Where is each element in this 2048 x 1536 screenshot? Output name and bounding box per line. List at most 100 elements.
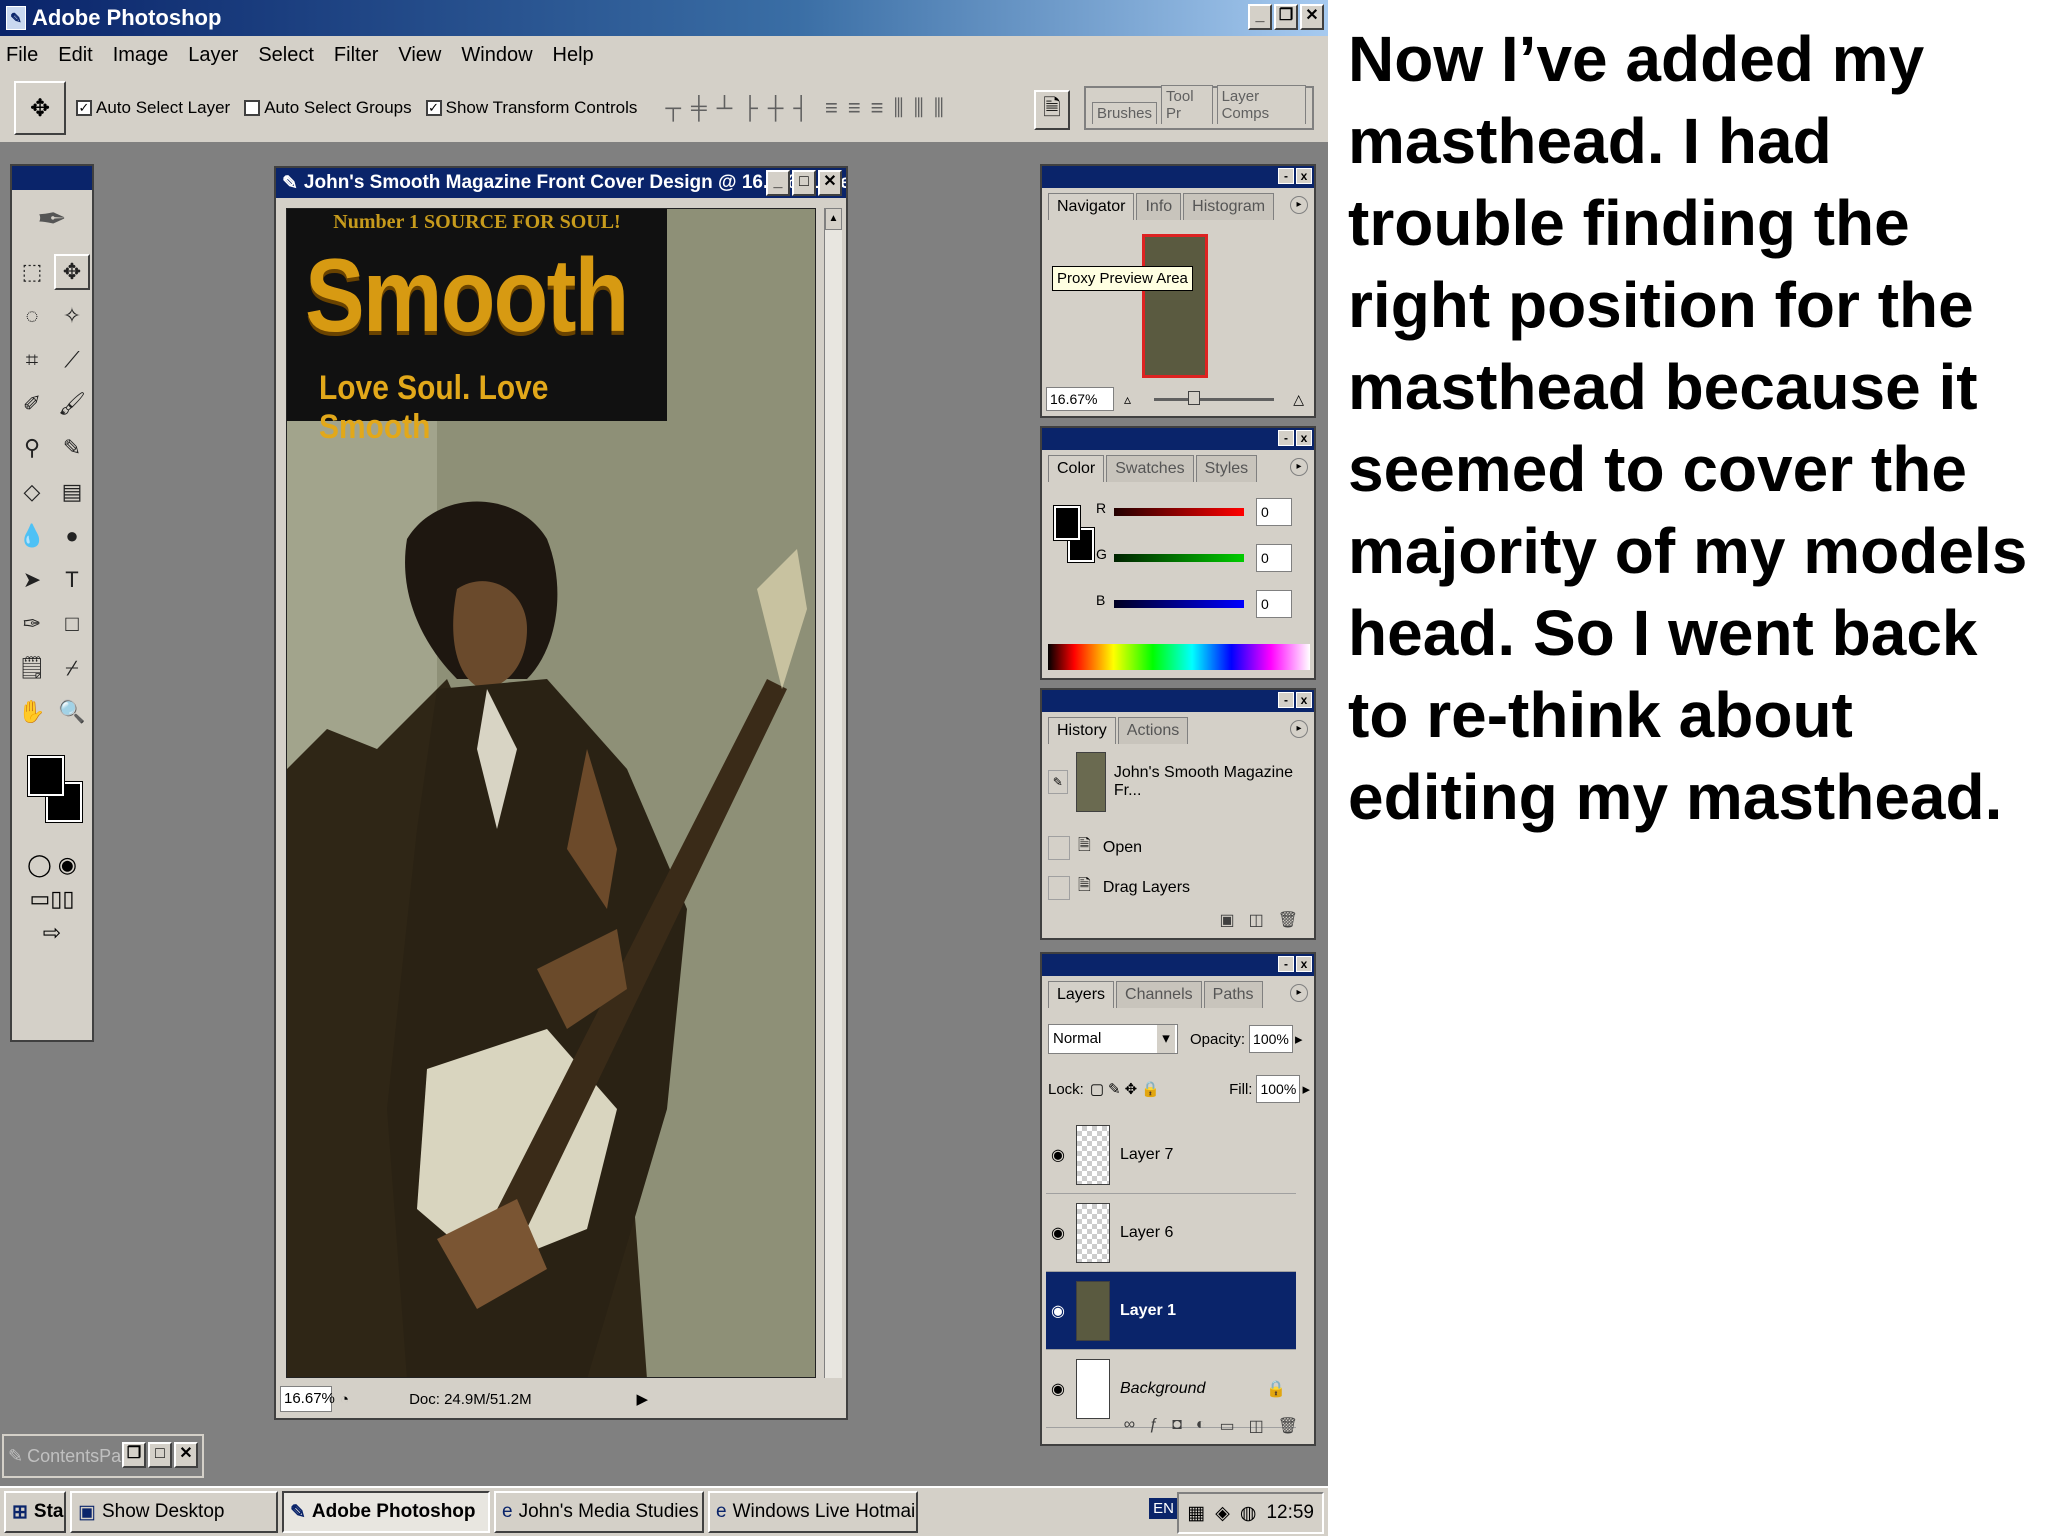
palette-close-button[interactable]: x	[1296, 956, 1312, 972]
scroll-up-arrow-icon[interactable]: ▲	[825, 208, 842, 230]
history-step[interactable]: 🗎 Drag Layers	[1048, 874, 1300, 901]
tab-channels[interactable]: Channels	[1116, 981, 1202, 1008]
opacity-field[interactable]: 100%	[1249, 1025, 1294, 1053]
antivirus-icon[interactable]: ◈	[1215, 1502, 1230, 1525]
minimize-button[interactable]: _	[1248, 4, 1272, 30]
fill-field[interactable]: 100%	[1256, 1075, 1301, 1103]
visibility-eye-icon[interactable]: ◉	[1046, 1223, 1070, 1243]
clone-stamp-tool-icon[interactable]: ⚲	[14, 430, 50, 466]
layer-row[interactable]: ◉ Layer 6	[1046, 1194, 1296, 1272]
doc-maximize-button[interactable]: □	[792, 170, 816, 196]
taskbar-item-hotmail[interactable]: e Windows Live Hotmail - ...	[708, 1491, 918, 1533]
menu-layer[interactable]: Layer	[188, 44, 238, 67]
lock-transparency-icon[interactable]: ▢	[1090, 1080, 1104, 1098]
navigator-zoom-field[interactable]: 16.67%	[1046, 387, 1114, 411]
new-group-icon[interactable]: ▭	[1219, 1416, 1234, 1440]
zoom-tool-icon[interactable]: 🔍	[54, 694, 90, 730]
history-brush-source-icon[interactable]: ✎	[1048, 770, 1068, 794]
lock-all-icon[interactable]: 🔒	[1141, 1080, 1160, 1098]
menu-help[interactable]: Help	[553, 44, 594, 67]
lasso-tool-icon[interactable]: ◌	[14, 298, 50, 334]
zoom-slider-knob[interactable]	[1188, 391, 1200, 405]
hand-tool-icon[interactable]: ✋	[14, 694, 50, 730]
new-layer-icon[interactable]: ◫	[1249, 1416, 1264, 1440]
document-vertical-scrollbar[interactable]: ▲	[824, 208, 842, 1378]
blue-slider[interactable]	[1114, 600, 1244, 608]
palette-header[interactable]: -x	[1042, 954, 1314, 976]
slice-tool-icon[interactable]: ⟋	[54, 342, 90, 378]
align-bottom-icon[interactable]: ┴	[717, 95, 735, 121]
status-arrow-icon[interactable]: ▶	[636, 1390, 648, 1408]
menu-select[interactable]: Select	[258, 44, 314, 67]
align-buttons[interactable]: ┬ ╪ ┴ ├ ┼ ┤	[665, 95, 811, 121]
palette-header[interactable]: -x	[1042, 690, 1314, 712]
status-menu-icon[interactable]: ◔	[340, 1391, 349, 1408]
align-top-icon[interactable]: ┬	[665, 95, 683, 121]
minimized-contents-window[interactable]: ✎ ContentsPa... ❐ □ ✕	[2, 1434, 204, 1478]
magic-wand-tool-icon[interactable]: ✧	[54, 298, 90, 334]
brush-tool-icon[interactable]: 🖌	[54, 386, 90, 422]
document-zoom-field[interactable]: 16.67%	[280, 1386, 335, 1412]
color-spectrum-ramp[interactable]	[1048, 644, 1310, 670]
auto-select-layer-checkbox[interactable]: ✓ Auto Select Layer	[76, 98, 230, 118]
visibility-eye-icon[interactable]: ◉	[1046, 1301, 1070, 1321]
taskbar-item-media-studies[interactable]: e John's Media Studies - M...	[494, 1491, 704, 1533]
navigator-proxy-preview[interactable]	[1142, 234, 1208, 378]
marquee-tool-icon[interactable]: ⬚	[14, 254, 50, 290]
red-slider[interactable]	[1114, 508, 1244, 516]
blur-tool-icon[interactable]: 💧	[14, 518, 50, 554]
crop-tool-icon[interactable]: ⌗	[14, 342, 50, 378]
menu-view[interactable]: View	[398, 44, 441, 67]
pen-tool-icon[interactable]: ✑	[14, 606, 50, 642]
masthead-block[interactable]: Number 1 SOURCE FOR SOUL! Smooth Love So…	[287, 209, 667, 446]
taskbar-item-show-desktop[interactable]: ▣ Show Desktop	[70, 1491, 278, 1533]
jump-to-imageready-icon[interactable]: ⇨	[43, 920, 61, 946]
restore-button[interactable]: ❐	[122, 1442, 146, 1468]
eyedropper-tool-icon[interactable]: ⌿	[54, 650, 90, 686]
trash-icon[interactable]: 🗑	[1278, 1416, 1298, 1440]
visibility-eye-icon[interactable]: ◉	[1046, 1379, 1070, 1399]
green-value-field[interactable]: 0	[1256, 544, 1292, 572]
tab-styles[interactable]: Styles	[1195, 455, 1258, 482]
adjustment-layer-icon[interactable]: ◐	[1196, 1416, 1206, 1440]
doc-minimize-button[interactable]: _	[766, 170, 790, 196]
shape-tool-icon[interactable]: □	[54, 606, 90, 642]
document-canvas[interactable]: Number 1 SOURCE FOR SOUL! Smooth Love So…	[286, 208, 816, 1378]
color-foreground-swatch[interactable]	[1053, 505, 1081, 541]
align-right-icon[interactable]: ┤	[793, 95, 811, 121]
menu-window[interactable]: Window	[461, 44, 532, 67]
type-tool-icon[interactable]: T	[54, 562, 90, 598]
blend-mode-select[interactable]: Normal	[1048, 1024, 1178, 1054]
foreground-color-swatch[interactable]	[27, 755, 65, 797]
document-titlebar[interactable]: ✎ John's Smooth Magazine Front Cover Des…	[276, 168, 846, 198]
distribute-buttons[interactable]: ≡ ≡ ≡ ⫼ ⫼ ⫼	[825, 95, 946, 121]
new-snapshot-icon[interactable]: ◫	[1249, 910, 1264, 934]
distribute-hcenter-icon[interactable]: ⫼	[914, 95, 926, 121]
fill-arrow-icon[interactable]: ▸	[1302, 1080, 1310, 1098]
distribute-bottom-icon[interactable]: ≡	[871, 95, 886, 121]
palette-minimize-button[interactable]: -	[1278, 692, 1294, 708]
blue-value-field[interactable]: 0	[1256, 590, 1292, 618]
menu-edit[interactable]: Edit	[58, 44, 92, 67]
screen-mode-icon[interactable]: ▭▯▯	[30, 886, 75, 912]
layer-style-icon[interactable]: ƒ	[1149, 1416, 1158, 1440]
start-button[interactable]: ⊞ Start	[4, 1491, 66, 1533]
palette-menu-icon[interactable]: ▸	[1290, 984, 1308, 1002]
palette-header[interactable]: -x	[1042, 166, 1314, 188]
restore-button[interactable]: ❐	[1274, 4, 1298, 30]
taskbar-item-photoshop[interactable]: ✎ Adobe Photoshop	[282, 1491, 490, 1533]
align-left-icon[interactable]: ├	[742, 95, 760, 121]
well-tab-brushes[interactable]: Brushes	[1092, 102, 1158, 124]
palette-menu-icon[interactable]: ▸	[1290, 458, 1308, 476]
link-layers-icon[interactable]: ∞	[1124, 1416, 1135, 1440]
tab-paths[interactable]: Paths	[1203, 981, 1263, 1008]
well-tab-layer-comps[interactable]: Layer Comps	[1216, 85, 1306, 124]
palette-header[interactable]: -x	[1042, 428, 1314, 450]
quick-mask-mode-icon[interactable]: ◉	[58, 852, 77, 878]
palette-minimize-button[interactable]: -	[1278, 430, 1294, 446]
move-tool-icon[interactable]: ✥	[54, 254, 90, 290]
distribute-left-icon[interactable]: ⫼	[894, 95, 906, 121]
align-vcenter-icon[interactable]: ╪	[691, 95, 709, 121]
navigator-zoom-slider[interactable]	[1154, 391, 1274, 405]
history-snapshot[interactable]: ✎ John's Smooth Magazine Fr...	[1048, 752, 1300, 812]
